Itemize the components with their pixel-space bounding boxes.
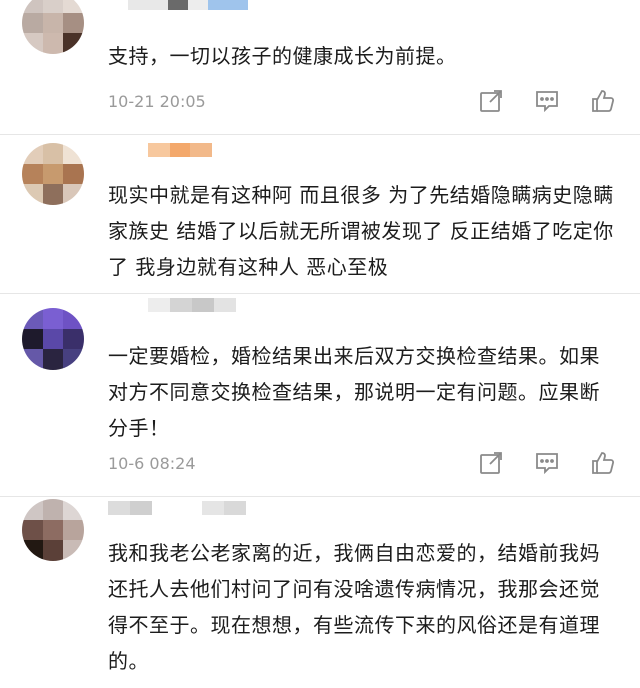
reply-button[interactable] <box>532 86 562 116</box>
thumbs-up-icon <box>592 452 615 474</box>
comment-item-4: 我和我老公老家离的近，我俩自由恋爱的，结婚前我妈还托人去他们村问了问有没啥遗传病… <box>0 497 640 688</box>
avatar[interactable] <box>22 143 84 205</box>
comment-item-2: 现实中就是有这种阿 而且很多 为了先结婚隐瞒病史隐瞒家族史 结婚了以后就无所谓被… <box>0 135 640 293</box>
avatar[interactable] <box>22 499 84 561</box>
username-blurred[interactable] <box>128 0 248 10</box>
like-button[interactable] <box>588 86 618 116</box>
comment-icon <box>536 453 558 475</box>
username-blurred[interactable] <box>148 143 212 157</box>
avatar[interactable] <box>22 0 84 54</box>
comment-actions <box>476 86 618 116</box>
comment-timestamp: 10-21 20:05 <box>108 92 206 111</box>
comment-actions <box>476 448 618 478</box>
comment-icon <box>536 91 558 113</box>
username-blurred[interactable] <box>108 501 246 515</box>
username-blurred[interactable] <box>148 298 236 312</box>
reply-button[interactable] <box>532 448 562 478</box>
comment-text: 一定要婚检，婚检结果出来后双方交换检查结果。如果对方不同意交换检查结果，那说明一… <box>108 344 600 440</box>
share-icon <box>480 452 502 474</box>
comment-item-1: 支持，一切以孩子的健康成长为前提。 10-21 20:05 <box>0 0 640 134</box>
thumbs-up-icon <box>592 90 615 112</box>
share-icon <box>480 90 502 112</box>
avatar[interactable] <box>22 308 84 370</box>
comment-text: 支持，一切以孩子的健康成长为前提。 <box>108 44 457 68</box>
comment-item-3: 一定要婚检，婚检结果出来后双方交换检查结果。如果对方不同意交换检查结果，那说明一… <box>0 294 640 496</box>
like-button[interactable] <box>588 448 618 478</box>
comment-text: 我和我老公老家离的近，我俩自由恋爱的，结婚前我妈还托人去他们村问了问有没啥遗传病… <box>108 541 600 673</box>
share-button[interactable] <box>476 448 506 478</box>
comment-timestamp: 10-6 08:24 <box>108 454 196 473</box>
comment-text: 现实中就是有这种阿 而且很多 为了先结婚隐瞒病史隐瞒家族史 结婚了以后就无所谓被… <box>108 183 614 279</box>
share-button[interactable] <box>476 86 506 116</box>
